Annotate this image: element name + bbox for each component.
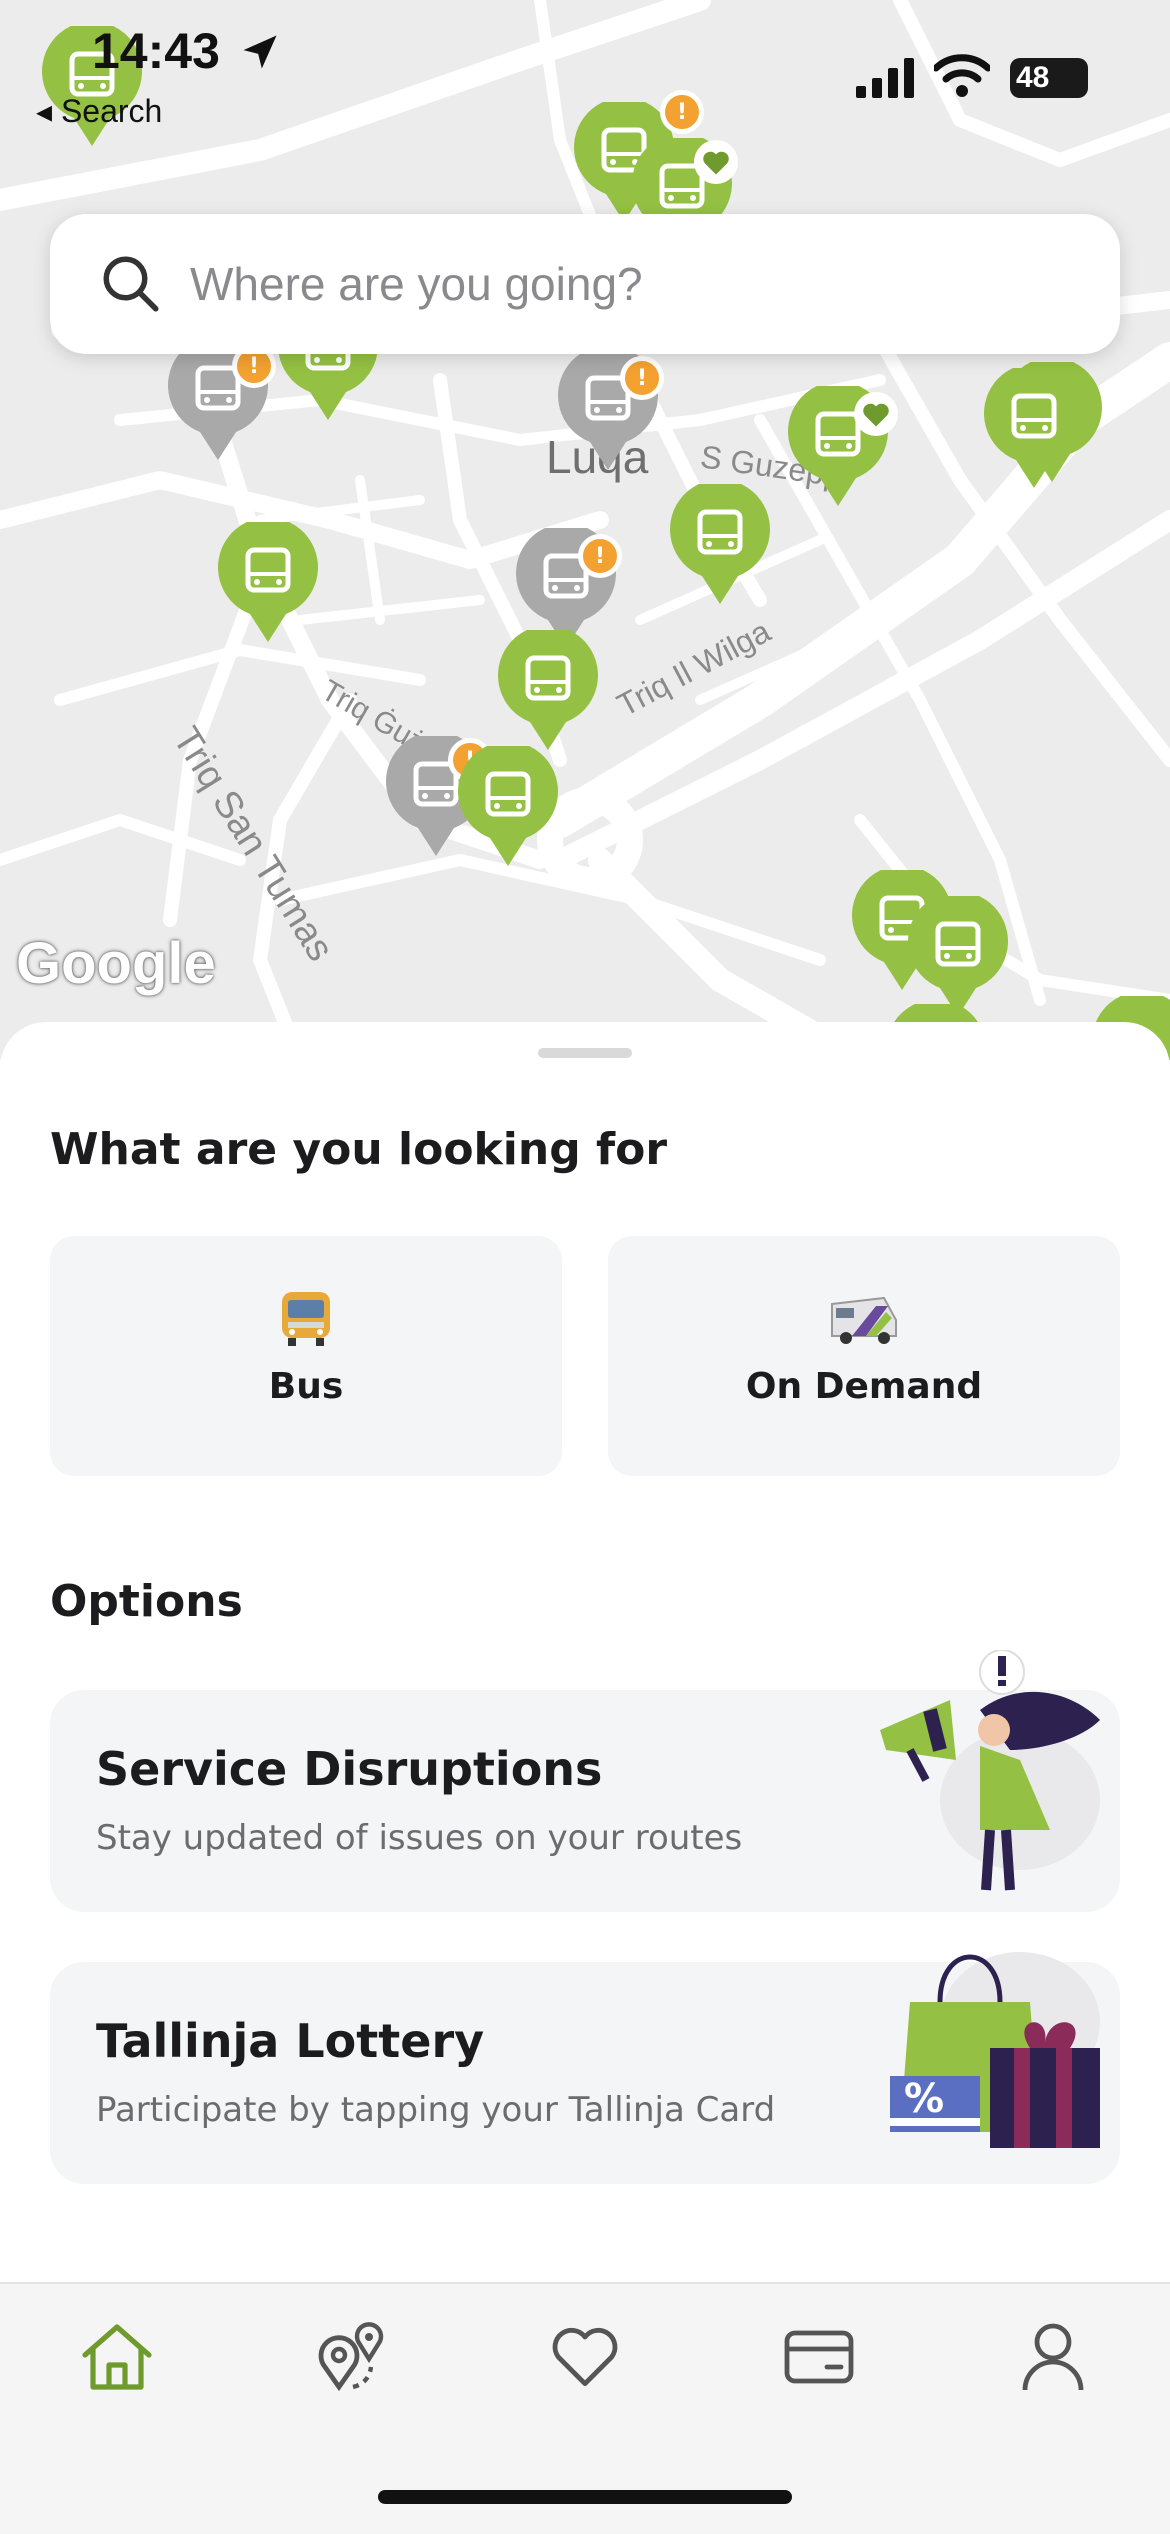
card-icon	[784, 2330, 854, 2384]
service-disruptions-title: Service Disruptions	[96, 1742, 603, 1796]
mode-bus-button[interactable]: Bus	[50, 1236, 562, 1476]
home-icon	[82, 2324, 152, 2390]
mode-on-demand-label: On Demand	[745, 1366, 983, 1407]
tab-card[interactable]	[764, 2302, 874, 2412]
on-demand-van-icon	[831, 1296, 897, 1344]
home-indicator	[378, 2490, 792, 2504]
location-arrow-icon	[243, 35, 277, 69]
tab-account[interactable]	[998, 2302, 1108, 2412]
person-icon	[1022, 2323, 1084, 2391]
battery-indicator: 48	[1010, 58, 1088, 98]
megaphone-illustration	[880, 1650, 1100, 1891]
tab-routes[interactable]	[296, 2302, 406, 2412]
tab-favourites[interactable]	[530, 2302, 640, 2412]
cellular-signal-icon	[856, 58, 914, 98]
map-view[interactable]: Luqa S Guzepp Triq Il Wilga Triq San Tum…	[0, 0, 1170, 1060]
route-pins-icon	[318, 2322, 384, 2392]
back-to-app-link[interactable]: ◂ Search	[36, 92, 162, 130]
search-icon	[103, 256, 159, 312]
search-bar[interactable]	[50, 214, 1120, 354]
heart-icon	[552, 2327, 618, 2387]
status-bar: 14:43 ◂ Search 48	[0, 0, 1170, 140]
tab-home[interactable]	[62, 2302, 172, 2412]
search-input[interactable]	[188, 256, 1092, 312]
shopping-gift-illustration: %	[890, 1952, 1100, 2148]
bus-stop-pin[interactable]	[216, 522, 320, 646]
sheet-grabber[interactable]	[538, 1048, 632, 1058]
tallinja-lottery-title: Tallinja Lottery	[96, 2014, 485, 2068]
bus-stop-pin[interactable]	[906, 896, 1010, 1020]
section-title: What are you looking for	[50, 1124, 668, 1175]
mode-bus-label: Bus	[268, 1366, 344, 1407]
wifi-icon	[934, 54, 990, 97]
tallinja-lottery-subtitle: Participate by tapping your Tallinja Car…	[96, 2090, 776, 2130]
bus-stop-pin[interactable]	[668, 484, 772, 608]
service-disruptions-card[interactable]: Service Disruptions Stay updated of issu…	[50, 1650, 1120, 1912]
alert-badge-icon: !	[578, 534, 622, 578]
status-time: 14:43	[92, 23, 220, 79]
mode-on-demand-button[interactable]: On Demand	[608, 1236, 1120, 1476]
bus-stop-pin[interactable]	[456, 746, 560, 870]
tallinja-lottery-card[interactable]: Tallinja Lottery Participate by tapping …	[50, 1952, 1120, 2184]
options-title: Options	[50, 1576, 243, 1627]
bus-emoji-icon	[282, 1292, 330, 1346]
google-attribution: Google	[16, 931, 216, 996]
bottom-sheet: What are you looking for Bus On Demand O…	[0, 1022, 1170, 2282]
svg-text:%: %	[904, 2076, 944, 2122]
bus-stop-pin[interactable]	[496, 630, 600, 754]
alert-badge-icon: !	[620, 356, 664, 400]
service-disruptions-subtitle: Stay updated of issues on your routes	[96, 1818, 743, 1858]
favourite-heart-icon	[694, 140, 738, 184]
favourite-heart-icon	[854, 392, 898, 436]
bus-stop-pin[interactable]	[982, 368, 1086, 492]
